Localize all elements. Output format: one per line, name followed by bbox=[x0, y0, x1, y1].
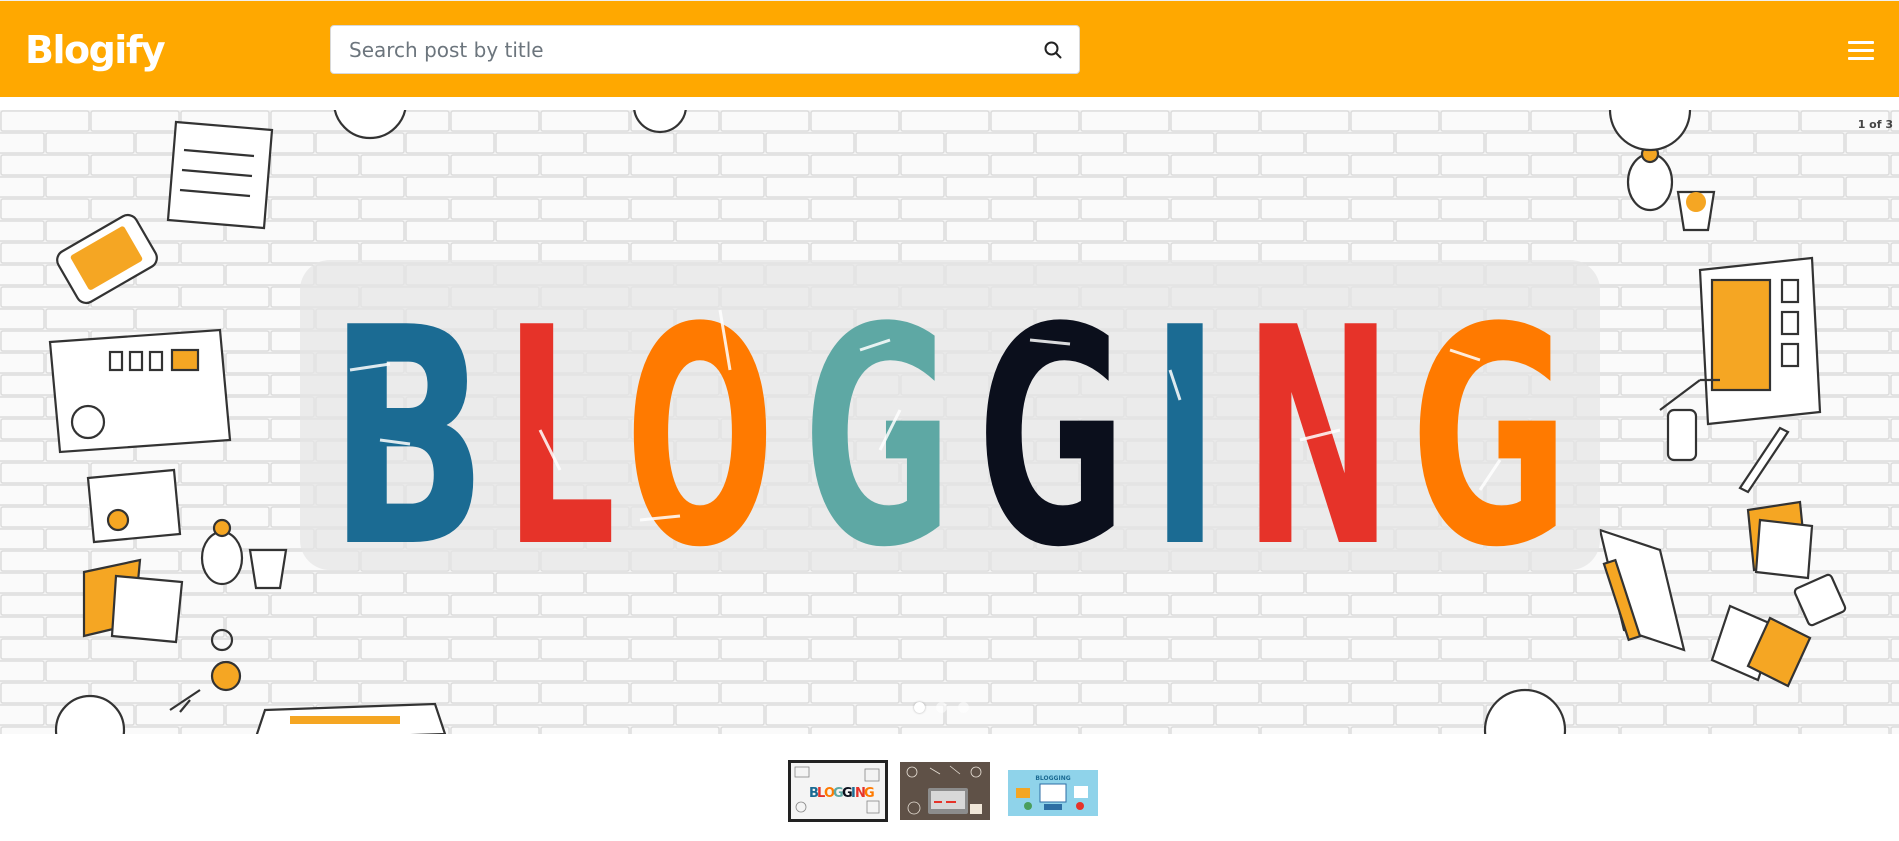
hamburger-menu-icon[interactable] bbox=[1848, 41, 1874, 61]
thumbnail-3-title: BLOGGING bbox=[1035, 775, 1070, 782]
image-carousel: B L O G G I N G 1 of 3 bbox=[0, 110, 1899, 734]
thumbnail-image-3: BLOGGING bbox=[1008, 770, 1098, 816]
svg-text:G: G bbox=[1410, 264, 1570, 613]
thumbnail-slide-3[interactable]: BLOGGING bbox=[1008, 770, 1098, 816]
svg-text:O: O bbox=[625, 264, 775, 613]
svg-text:L: L bbox=[504, 264, 616, 613]
top-navbar: Blogify bbox=[0, 0, 1899, 97]
thumbnail-slide-2[interactable] bbox=[900, 762, 990, 820]
search-bar bbox=[330, 25, 1080, 74]
slide-image-blogging[interactable]: B L O G G I N G bbox=[0, 110, 1899, 734]
search-button[interactable] bbox=[1041, 38, 1065, 62]
carousel-dot-1[interactable] bbox=[914, 702, 925, 713]
carousel-dot-3[interactable] bbox=[958, 702, 969, 713]
carousel-dot-2[interactable] bbox=[936, 702, 947, 713]
brand-logo[interactable]: Blogify bbox=[25, 25, 166, 75]
hero-letter-b: B bbox=[328, 264, 488, 613]
carousel-thumbnails: BL OG GI NG BLOGGING bbox=[0, 760, 1899, 822]
svg-text:I: I bbox=[1150, 264, 1220, 613]
svg-text:G: G bbox=[864, 786, 875, 801]
search-icon bbox=[1044, 41, 1062, 59]
svg-text:N: N bbox=[1243, 264, 1393, 613]
search-input[interactable] bbox=[349, 26, 1029, 73]
svg-text:G: G bbox=[977, 264, 1127, 613]
thumbnail-image-2 bbox=[900, 762, 990, 820]
thumbnail-slide-1[interactable]: BL OG GI NG bbox=[788, 760, 888, 822]
thumbnail-image-1: BL OG GI NG bbox=[791, 763, 885, 819]
svg-text:G: G bbox=[803, 264, 953, 613]
slide-counter: 1 of 3 bbox=[1857, 118, 1893, 131]
